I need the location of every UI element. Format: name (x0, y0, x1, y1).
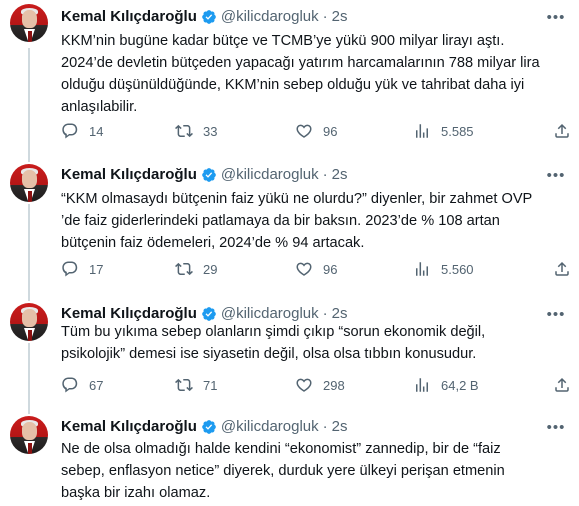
views-icon (416, 124, 428, 138)
like-button[interactable]: 96 (295, 121, 337, 141)
tweet-text: Tüm bu yıkıma sebep olanların şimdi çıkı… (61, 324, 486, 362)
share-icon (555, 377, 569, 392)
reply-count: 17 (89, 261, 104, 277)
more-icon[interactable]: ••• (547, 166, 565, 184)
views-count: 5.560 (441, 261, 474, 277)
thread-line (28, 204, 30, 295)
avatar[interactable] (10, 164, 48, 202)
thread-line (28, 156, 30, 162)
views-icon (416, 378, 428, 392)
reply-icon (62, 261, 78, 277)
views-button[interactable]: 64,2 B (413, 375, 479, 395)
more-icon[interactable]: ••• (547, 418, 565, 436)
share-button[interactable] (553, 375, 571, 395)
retweet-button[interactable]: 33 (175, 121, 217, 141)
reply-count: 67 (89, 377, 104, 393)
retweet-icon (175, 124, 193, 138)
tweet-actions: 14 33 96 5.585 (61, 121, 571, 141)
tweet-thread: Kemal Kılıçdaroğlu @kilicdarogluk · 2s •… (0, 0, 579, 506)
like-count: 96 (323, 123, 338, 139)
reply-button[interactable]: 14 (61, 121, 103, 141)
like-icon (296, 124, 312, 138)
thread-line (28, 343, 30, 408)
timestamp[interactable]: 2s (332, 166, 348, 184)
views-count: 5.585 (441, 123, 474, 139)
verified-badge-icon (202, 307, 216, 321)
tweet-text: Ne de olsa olmadığı halde kendini “ekono… (61, 441, 505, 501)
reply-count: 14 (89, 123, 104, 139)
reply-icon (62, 377, 78, 393)
thread-line (28, 408, 30, 414)
retweet-button[interactable]: 29 (175, 259, 217, 279)
like-icon (296, 262, 312, 276)
tweet[interactable]: Kemal Kılıçdaroğlu @kilicdarogluk · 2s •… (0, 295, 579, 408)
tweet-actions: 67 71 298 64,2 B (61, 375, 571, 395)
author-handle[interactable]: @kilicdarogluk (221, 418, 319, 436)
timestamp[interactable]: 2s (332, 8, 348, 26)
tweet[interactable]: Kemal Kılıçdaroğlu @kilicdarogluk · 2s •… (0, 0, 579, 156)
author-name[interactable]: Kemal Kılıçdaroğlu (61, 8, 197, 26)
share-button[interactable] (553, 259, 571, 279)
tweet[interactable]: Kemal Kılıçdaroğlu @kilicdarogluk · 2s •… (0, 408, 579, 506)
retweet-icon (175, 378, 193, 392)
tweet-header: Kemal Kılıçdaroğlu @kilicdarogluk · 2s (61, 166, 347, 184)
share-button[interactable] (553, 121, 571, 141)
views-count: 64,2 B (441, 377, 479, 393)
thread-line (28, 48, 30, 156)
share-icon (555, 123, 569, 138)
author-handle[interactable]: @kilicdarogluk (221, 166, 319, 184)
share-icon (555, 261, 569, 276)
timestamp[interactable]: 2s (332, 418, 348, 436)
views-icon (416, 262, 428, 276)
verified-badge-icon (202, 168, 216, 182)
like-count: 298 (323, 377, 345, 393)
separator-dot: · (322, 166, 328, 183)
retweet-count: 71 (203, 377, 218, 393)
verified-badge-icon (202, 10, 216, 24)
author-name[interactable]: Kemal Kılıçdaroğlu (61, 418, 197, 436)
retweet-count: 29 (203, 261, 218, 277)
tweet-actions: 17 29 96 5.560 (61, 259, 571, 279)
tweet-header: Kemal Kılıçdaroğlu @kilicdarogluk · 2s (61, 418, 347, 436)
separator-dot: · (322, 418, 328, 435)
reply-icon (62, 123, 78, 139)
views-button[interactable]: 5.560 (413, 259, 474, 279)
retweet-count: 33 (203, 123, 218, 139)
author-handle[interactable]: @kilicdarogluk (221, 8, 319, 26)
separator-dot: · (322, 8, 328, 25)
reply-button[interactable]: 17 (61, 259, 103, 279)
author-name[interactable]: Kemal Kılıçdaroğlu (61, 166, 197, 184)
tweet-header: Kemal Kılıçdaroğlu @kilicdarogluk · 2s (61, 8, 347, 26)
retweet-icon (175, 262, 193, 276)
like-count: 96 (323, 261, 338, 277)
avatar[interactable] (10, 4, 48, 42)
avatar[interactable] (10, 416, 48, 454)
avatar[interactable] (10, 303, 48, 341)
retweet-button[interactable]: 71 (175, 375, 217, 395)
tweet[interactable]: Kemal Kılıçdaroğlu @kilicdarogluk · 2s •… (0, 156, 579, 295)
reply-button[interactable]: 67 (61, 375, 103, 395)
views-button[interactable]: 5.585 (413, 121, 474, 141)
tweet-text: KKM’nin bugüne kadar bütçe ve TCMB’ye yü… (61, 33, 540, 115)
verified-badge-icon (202, 420, 216, 434)
thread-line (28, 295, 30, 301)
more-icon[interactable]: ••• (547, 8, 565, 26)
tweet-text: “KKM olmasaydı bütçenin faiz yükü ne olu… (61, 191, 533, 251)
like-button[interactable]: 96 (295, 259, 337, 279)
like-icon (296, 378, 312, 392)
like-button[interactable]: 298 (295, 375, 345, 395)
